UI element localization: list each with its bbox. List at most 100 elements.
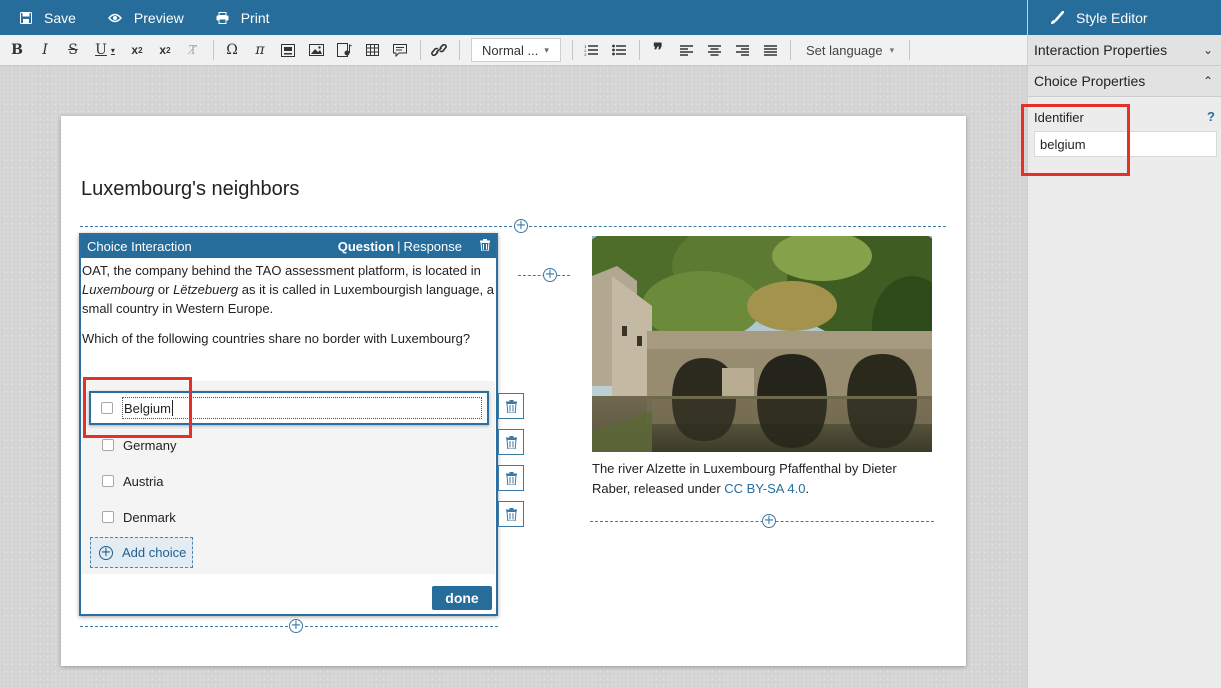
style-editor-label: Style Editor [1076,9,1148,26]
toolbar-separator [639,40,640,60]
eye-icon [107,13,122,22]
item-title[interactable]: Luxembourg's neighbors [81,178,299,201]
format-select-value: Normal ... [482,42,539,58]
table-icon[interactable] [359,38,385,62]
item-canvas: Luxembourg's neighbors + + Choice Intera… [61,116,966,666]
prompt-question: Which of the following countries share n… [82,331,471,346]
image-icon[interactable] [303,38,329,62]
choice-checkbox[interactable] [102,511,114,523]
interaction-header: Choice Interaction Question | Response [81,235,496,258]
paintbrush-icon [1051,10,1064,24]
choice-label: Denmark [123,509,176,525]
toolbar-separator [909,40,911,60]
interaction-properties-header[interactable]: Interaction Properties ⌄ [1028,35,1221,66]
link-icon[interactable] [426,38,452,62]
save-icon [20,11,32,24]
prompt-italic-luxembourg: Luxembourg [82,282,155,297]
add-choice-button[interactable]: + Add choice [90,537,193,568]
trash-icon [505,435,517,449]
justify-icon[interactable] [757,38,783,62]
choice-label: Germany [123,437,177,453]
plus-circle-icon: + [99,544,113,560]
done-button[interactable]: done [432,586,492,610]
tab-separator: | [397,239,401,254]
choice-checkbox[interactable] [102,439,114,451]
preview-label: Preview [133,9,184,26]
choice-checkbox[interactable] [102,475,114,487]
save-button[interactable]: Save [20,10,76,26]
toolbar-separator [459,40,460,60]
numbered-list-icon[interactable]: 123 [578,38,604,62]
style-editor-button[interactable]: Style Editor [1028,0,1221,35]
audio-icon[interactable] [331,38,357,62]
superscript-icon[interactable]: x2 [152,38,178,62]
highlight-box-choice [83,377,192,438]
chevron-down-icon: ▾ [889,44,895,55]
media-icon[interactable] [275,38,301,62]
tab-response[interactable]: Response [403,239,462,254]
set-language-dropdown[interactable]: Set language ▾ [796,43,904,58]
print-button[interactable]: Print [216,10,270,26]
highlight-box-identifier [1021,104,1130,176]
blockquote-icon[interactable]: ❞ [645,38,671,62]
row-divider [80,226,946,227]
top-action-bar: Save Preview Print [0,0,1027,35]
trash-icon [505,507,517,521]
print-label: Print [240,9,270,26]
comment-icon[interactable] [387,38,413,62]
prompt-paragraph: OAT, the company behind the TAO assessme… [82,261,495,318]
set-language-label: Set language [806,42,883,58]
align-center-icon[interactable] [701,38,727,62]
trash-icon [505,471,517,485]
river-bridge-photo[interactable] [592,236,932,452]
caption-end: . [805,481,810,496]
add-block-icon[interactable]: + [543,268,557,282]
bulleted-list-icon[interactable] [606,38,632,62]
choice-properties-label: Choice Properties [1034,73,1146,89]
chevron-down-icon: ⌄ [1202,43,1213,57]
choice-properties-header[interactable]: Choice Properties ⌃ [1028,66,1221,97]
choice-denmark[interactable]: Denmark [90,500,490,534]
delete-choice-button[interactable] [498,393,524,419]
prompt-italic-letzebuerg: Lëtzebuerg [173,282,239,297]
svg-text:3: 3 [584,52,587,56]
delete-choice-button[interactable] [498,465,524,491]
trash-icon [505,399,517,413]
chevron-down-icon: ▾ [544,44,549,55]
align-right-icon[interactable] [729,38,755,62]
delete-choice-button[interactable] [498,501,524,527]
trash-icon[interactable] [480,239,490,254]
bold-icon[interactable]: B [4,38,30,62]
add-block-icon[interactable]: + [762,514,776,528]
printer-icon [216,11,229,24]
add-choice-label: Add choice [122,545,187,560]
choice-austria[interactable]: Austria [90,464,490,498]
preview-button[interactable]: Preview [107,9,184,26]
prompt-text: or [154,282,174,297]
align-left-icon[interactable] [673,38,699,62]
prompt-text: OAT, the company behind the TAO assessme… [82,263,481,278]
pi-math-icon[interactable]: π [247,38,273,62]
interaction-type-label: Choice Interaction [87,239,192,254]
add-block-icon[interactable]: + [514,219,528,233]
paragraph-format-select[interactable]: Normal ... ▾ [471,38,561,62]
add-block-icon[interactable]: + [289,619,303,633]
delete-choice-button[interactable] [498,429,524,455]
toolbar-separator [420,40,421,60]
toolbar-separator [790,40,791,60]
image-caption[interactable]: The river Alzette in Luxembourg Pfaffent… [592,459,932,499]
tab-question[interactable]: Question [338,239,394,254]
special-character-icon[interactable]: Ω [219,38,245,62]
interaction-properties-label: Interaction Properties [1034,42,1168,58]
choice-label: Austria [123,473,164,489]
formatting-toolbar: B I S U ▾ x2 x2 T̸ Ω π Normal ... ▾ 123 ❞ [0,35,1027,66]
underline-icon[interactable]: U ▾ [88,38,122,62]
strikethrough-icon[interactable]: S [60,38,86,62]
remove-format-icon[interactable]: T̸ [180,38,206,62]
license-link[interactable]: CC BY-SA 4.0 [724,481,805,496]
subscript-icon[interactable]: x2 [124,38,150,62]
save-label: Save [44,9,76,26]
italic-icon[interactable]: I [32,38,58,62]
interaction-prompt[interactable]: OAT, the company behind the TAO assessme… [81,258,496,348]
help-icon[interactable]: ? [1207,109,1215,124]
